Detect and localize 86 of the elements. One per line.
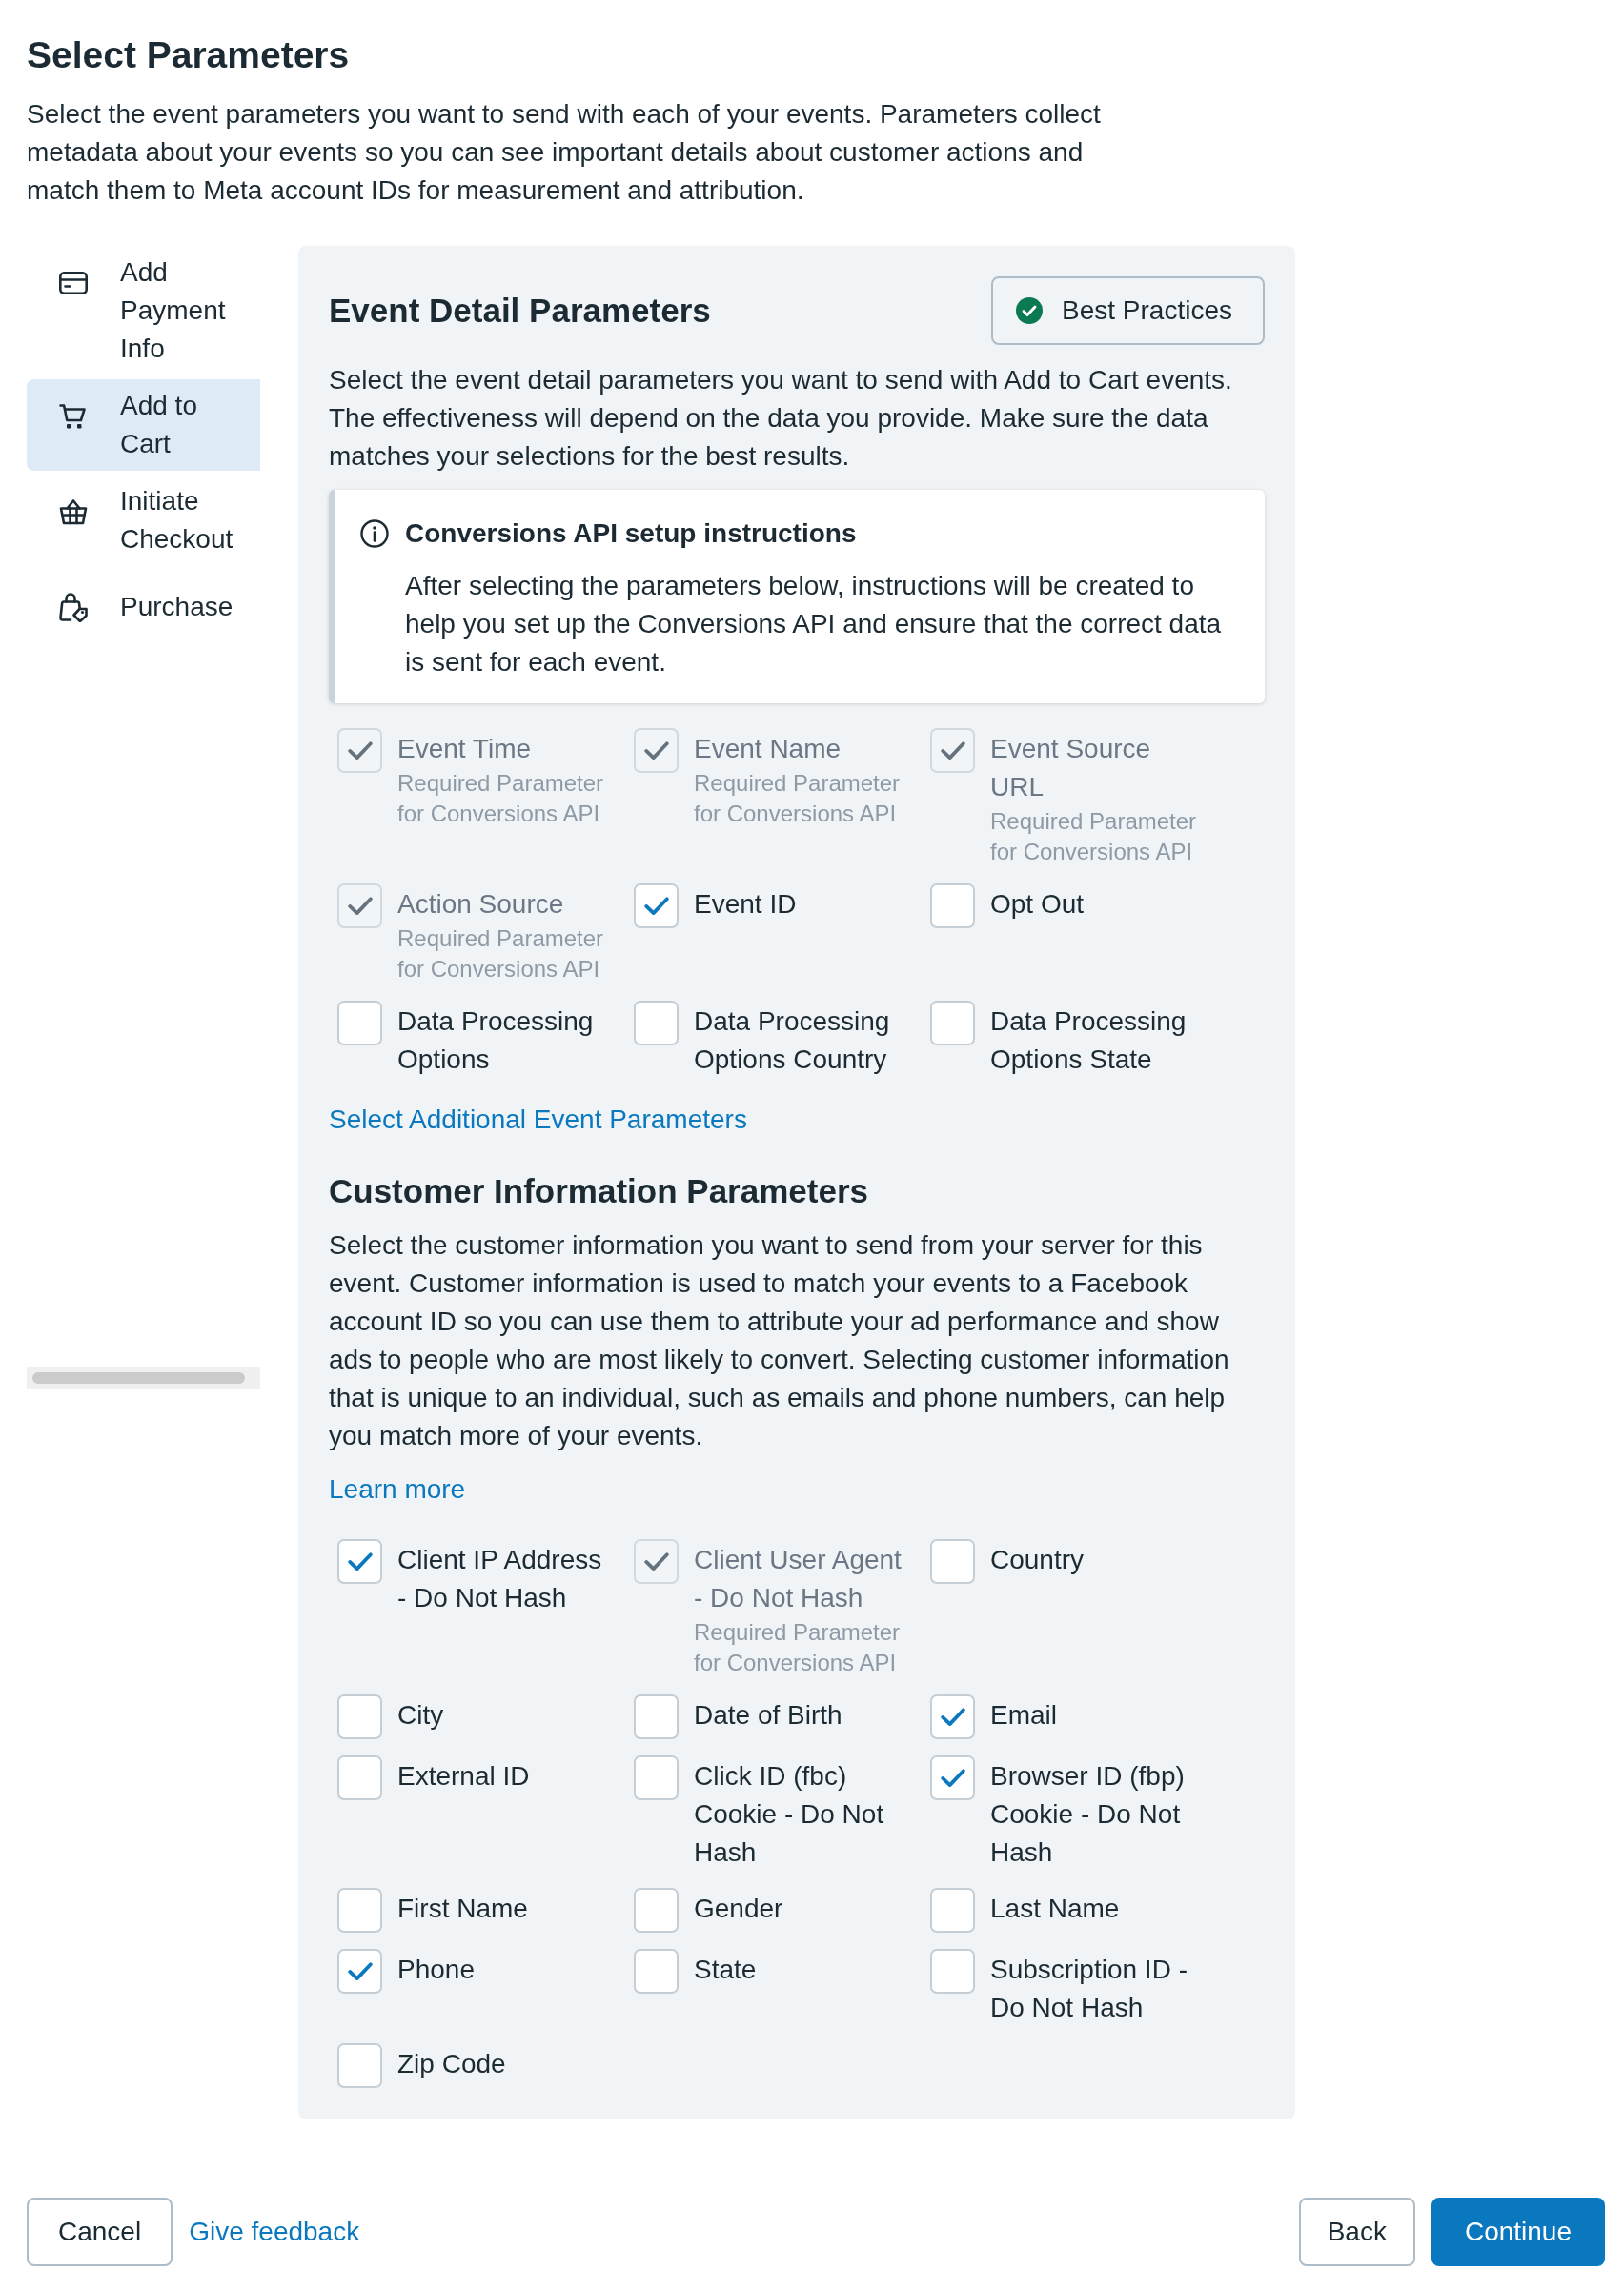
checkbox-label: Event Name (694, 733, 842, 765)
checkbox-label: Phone (397, 1954, 476, 1986)
section-heading: Event Detail Parameters (329, 292, 711, 330)
helper-text: Required Parameter for Conversions API (397, 769, 605, 828)
checkmark-icon (643, 897, 669, 915)
section-description: Select the event detail parameters you want to send with Add to Cart events. The effectiveness will depend on the data you provide. Make sure the data matches your selections for the best results. (329, 364, 1233, 473)
checkmark-icon (940, 1708, 965, 1726)
continue-button[interactable]: Continue (1431, 2198, 1605, 2266)
notice-title: Conversions API setup instructions (405, 517, 858, 550)
checkbox[interactable] (634, 1755, 679, 1800)
checkmark-icon (347, 897, 373, 915)
checkmark-icon (940, 1769, 965, 1787)
back-button[interactable]: Back (1298, 2198, 1415, 2266)
checkbox[interactable] (930, 1001, 975, 1045)
checkbox-label: Data Processing Options State (990, 1005, 1188, 1076)
section-description: Select the customer information you want to send from your server for this event. Customer information is used to match your events to a Facebook account ID so you can use them to attribute your ad performance and show ads to people who are most likely to convert. Selecting customer information that is unique to an individual, such as emails and phone numbers, can help you match more of your events. (329, 1229, 1230, 1452)
checkbox-label: External ID (397, 1760, 531, 1793)
checkbox[interactable] (337, 1694, 382, 1739)
checkbox[interactable] (930, 1694, 975, 1739)
cart-icon (59, 403, 88, 430)
checkbox[interactable] (337, 1755, 382, 1800)
checkbox-label: City (397, 1699, 445, 1732)
checkmark-icon (347, 1962, 373, 1980)
checkbox-label: Gender (694, 1893, 784, 1925)
checkbox[interactable] (337, 1001, 382, 1045)
checkbox[interactable] (337, 2043, 382, 2088)
checkmark-icon (347, 1552, 373, 1571)
checkbox-label: Data Processing Options Country (694, 1005, 891, 1076)
helper-text: Required Parameter for Conversions API (694, 769, 902, 828)
checkmark-icon (643, 1552, 669, 1571)
additional-parameters-link[interactable]: Select Additional Event Parameters (329, 1101, 747, 1139)
checkbox[interactable] (930, 1949, 975, 1994)
checkbox[interactable] (337, 1539, 382, 1584)
learn-more-link[interactable]: Learn more (329, 1470, 466, 1509)
checkmark-icon (940, 741, 965, 760)
checkbox[interactable] (634, 883, 679, 928)
scrollbar[interactable] (27, 1367, 260, 1389)
checkbox-label: Event ID (694, 888, 798, 921)
helper-text: Required Parameter for Conversions API (694, 1618, 902, 1677)
checkmark-icon (347, 741, 373, 760)
checkbox-label: Action Source (397, 888, 565, 921)
checkbox[interactable] (930, 1755, 975, 1800)
checkbox-label: Subscription ID - Do Not Hash (990, 1954, 1188, 2024)
checkbox-label: Opt Out (990, 888, 1086, 921)
helper-text: Required Parameter for Conversions API (990, 807, 1198, 866)
checkbox[interactable] (634, 1949, 679, 1994)
checkbox-label: Last Name (990, 1893, 1121, 1925)
card-icon (59, 272, 88, 294)
checkbox[interactable] (337, 1949, 382, 1994)
shopping-bag-icon (58, 592, 89, 622)
checkbox-label: First Name (397, 1893, 529, 1925)
checkbox[interactable] (930, 1888, 975, 1933)
checkbox-label: Date of Birth (694, 1699, 843, 1732)
sidebar-item[interactable]: Initiate Checkout (27, 475, 260, 566)
checkbox-label: Zip Code (397, 2048, 507, 2080)
info-icon (360, 519, 389, 548)
best-practices-button[interactable]: Best Practices (991, 276, 1265, 345)
checkmark-icon (643, 741, 669, 760)
check-circle-icon (1016, 297, 1044, 324)
checkbox-label: Client IP Address - Do Not Hash (397, 1544, 603, 1614)
checkbox-label: Click ID (fbc) Cookie - Do Not Hash (694, 1760, 885, 1869)
section-heading: Customer Information Parameters (329, 1172, 869, 1210)
page-title: Select Parameters (27, 34, 351, 76)
cancel-button[interactable]: Cancel (27, 2198, 173, 2266)
checkbox[interactable] (337, 1888, 382, 1933)
page-description: Select the event parameters you want to send with each of your events. Parameters collect metadata about your events so you can see important details about customer actions and match them to Meta account IDs for measurement and attribution. (27, 98, 1102, 207)
checkbox-label: Email (990, 1699, 1058, 1732)
checkbox-label: Browser ID (fbp) Cookie - Do Not Hash (990, 1760, 1186, 1869)
checkbox-label: Data Processing Options (397, 1005, 595, 1076)
notice-text: After selecting the parameters below, instructions will be created to help you set up the Conversions API and ensure that the correct data is sent for each event. (405, 570, 1223, 679)
checkbox[interactable] (930, 1539, 975, 1584)
checkbox-label: Event Time (397, 733, 533, 765)
checkbox-label: Event Source URL (990, 733, 1152, 803)
sidebar-item[interactable]: Purchase (27, 570, 260, 644)
sidebar-item[interactable]: Add to Cart (27, 379, 260, 471)
feedback-link[interactable]: Give feedback (189, 2213, 360, 2251)
checkbox[interactable] (930, 883, 975, 928)
checkbox-label: Client User Agent - Do Not Hash (694, 1544, 903, 1614)
checkbox[interactable] (634, 1694, 679, 1739)
checkbox-label: Country (990, 1544, 1086, 1576)
checkbox[interactable] (634, 1001, 679, 1045)
sidebar-item[interactable]: Add Payment Info (27, 246, 260, 375)
checkbox[interactable] (634, 1888, 679, 1933)
checkbox-label: State (694, 1954, 758, 1986)
basket-icon (59, 497, 88, 526)
helper-text: Required Parameter for Conversions API (397, 924, 605, 983)
